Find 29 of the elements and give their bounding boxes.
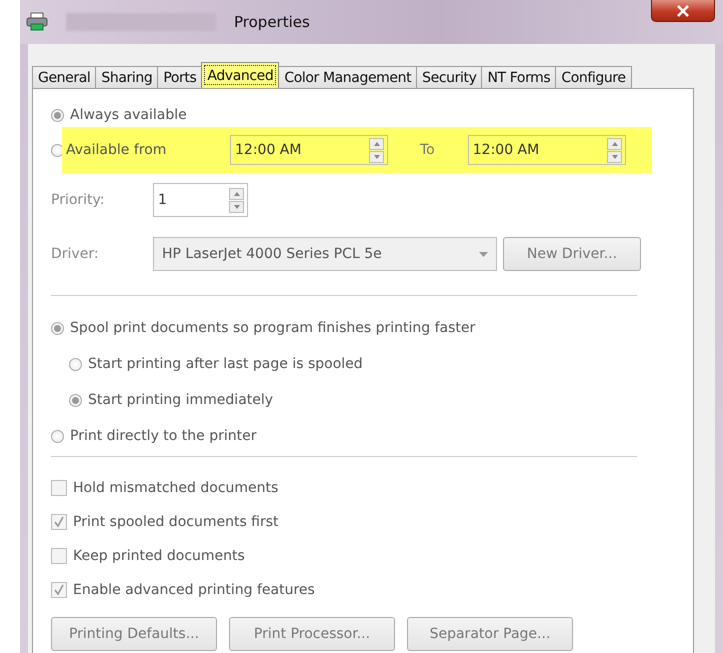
to-label: To	[420, 142, 435, 158]
close-button[interactable]	[651, 0, 715, 22]
dropdown-caret-icon	[479, 252, 488, 256]
tab[interactable]: Security	[416, 66, 482, 88]
spin-arrows-icon	[369, 138, 384, 162]
checkbox-label: Print spooled documents first	[73, 514, 279, 530]
close-icon	[677, 4, 689, 16]
tab[interactable]: NT Forms	[481, 66, 556, 88]
checkbox-label: Enable advanced printing features	[73, 582, 315, 598]
window-title: Properties	[234, 13, 310, 31]
spin-arrows-icon	[229, 188, 244, 212]
tab[interactable]: Color Management	[278, 66, 418, 88]
tab[interactable]: Ports	[157, 66, 202, 88]
spin-arrows-icon	[606, 138, 622, 162]
tab[interactable]: Sharing	[95, 66, 158, 88]
checkbox-label: Keep printed documents	[73, 548, 245, 564]
checkbox-label: Hold mismatched documents	[73, 480, 278, 496]
tab[interactable]: Advanced	[201, 62, 280, 88]
tab[interactable]: General	[32, 66, 96, 88]
tab[interactable]: Configure	[555, 66, 632, 88]
radio-label: Start printing after last page is spooled	[88, 356, 363, 372]
radio-label: Always available	[70, 107, 187, 123]
radio-label: Available from	[66, 142, 168, 158]
radio-label: Start printing immediately	[88, 392, 274, 408]
printer-icon	[26, 12, 48, 32]
driver-label: Driver:	[51, 246, 100, 262]
priority-label: Priority:	[51, 192, 106, 208]
radio-label: Spool print documents so program finishes printing faster	[70, 320, 476, 336]
radio-label: Print directly to the printer	[70, 428, 256, 444]
